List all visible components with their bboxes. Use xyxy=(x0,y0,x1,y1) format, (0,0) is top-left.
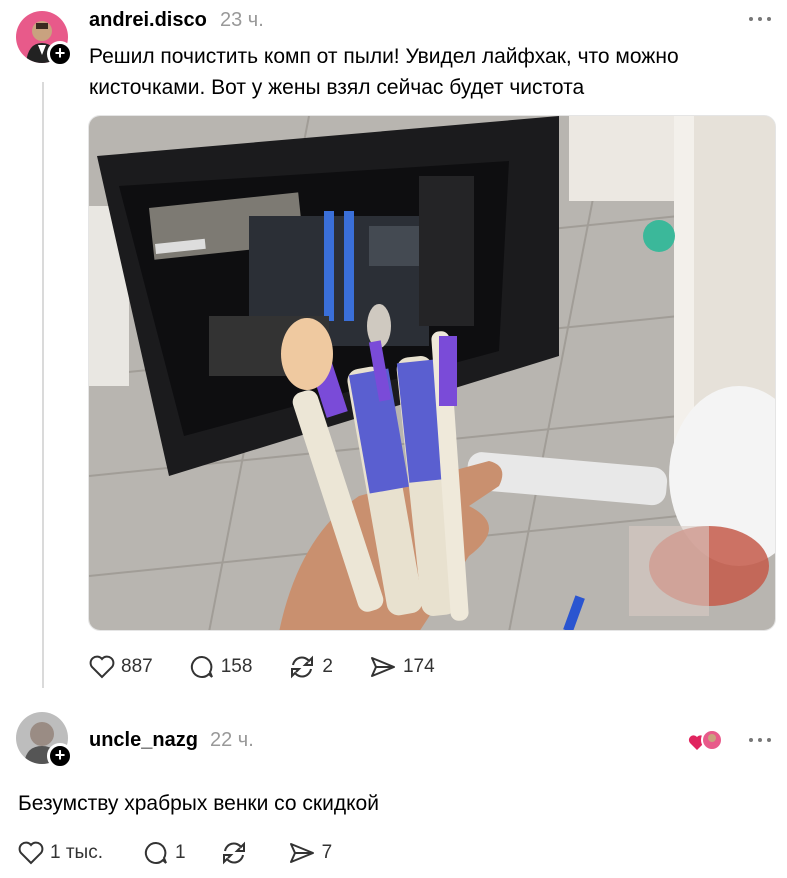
reply-actions: 1 тыс. 1 7 xyxy=(18,840,368,866)
follow-plus-icon[interactable]: + xyxy=(47,41,73,67)
author-liked-icon xyxy=(688,728,724,754)
thread-line xyxy=(42,82,44,688)
heart-icon xyxy=(18,841,44,865)
comment-icon xyxy=(144,841,167,864)
reply-like-button[interactable]: 1 тыс. xyxy=(18,841,103,865)
reply-share-count: 7 xyxy=(321,842,333,863)
more-options-icon[interactable] xyxy=(745,13,775,25)
reply-comment-count: 1 xyxy=(174,842,186,863)
repost-count: 2 xyxy=(322,656,333,677)
share-icon xyxy=(289,843,314,863)
comment-icon xyxy=(190,655,213,678)
post-actions: 887 158 2 174 xyxy=(89,654,471,680)
reply-like-count: 1 тыс. xyxy=(50,842,103,863)
comment-count: 158 xyxy=(220,656,253,677)
share-count: 174 xyxy=(402,656,435,677)
reply-follow-plus-icon[interactable]: + xyxy=(47,743,73,769)
repost-button[interactable]: 2 xyxy=(288,654,333,680)
share-button[interactable]: 174 xyxy=(369,655,435,679)
reply-more-options-icon[interactable] xyxy=(745,734,775,746)
reply-author-username[interactable]: uncle_nazg xyxy=(89,729,198,752)
post-photo[interactable] xyxy=(88,115,776,631)
reply-comment-button[interactable]: 1 xyxy=(143,840,186,866)
reply-text: Безумству храбрых венки со скидкой xyxy=(18,792,379,815)
author-username[interactable]: andrei.disco xyxy=(89,9,207,32)
repost-icon xyxy=(291,655,314,679)
reply-share-button[interactable]: 7 xyxy=(288,841,333,865)
heart-icon xyxy=(89,655,115,679)
comment-button[interactable]: 158 xyxy=(189,654,253,680)
repost-icon xyxy=(222,841,245,865)
like-button[interactable]: 887 xyxy=(89,655,153,679)
reply-time: 22 ч. xyxy=(210,729,254,751)
photo-illustration xyxy=(89,116,775,630)
like-count: 887 xyxy=(121,656,153,677)
post-text: Решил почистить комп от пыли! Увидел лай… xyxy=(89,45,679,99)
share-icon xyxy=(370,657,395,677)
reply-repost-button[interactable] xyxy=(220,840,254,866)
post-time: 23 ч. xyxy=(220,9,264,31)
